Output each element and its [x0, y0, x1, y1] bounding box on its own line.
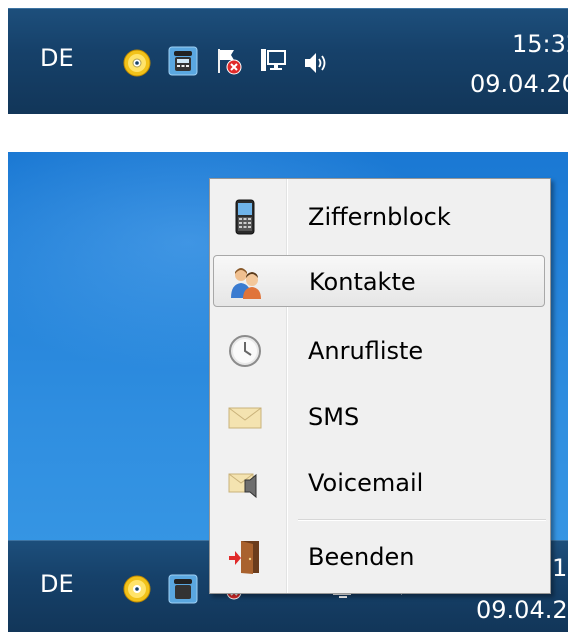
phone-icon[interactable] — [168, 574, 198, 604]
exit-door-icon — [229, 541, 259, 574]
volume-icon[interactable] — [302, 48, 332, 78]
menu-item-label: Kontakte — [309, 268, 416, 296]
language-indicator[interactable]: DE — [40, 44, 74, 72]
network-icon[interactable] — [258, 46, 288, 76]
menu-item-sms[interactable]: SMS — [213, 391, 545, 443]
menu-item-label: Beenden — [308, 543, 415, 571]
menu-item-anrufliste[interactable]: Anrufliste — [213, 325, 545, 377]
tray-context-menu: Ziffernblock Kontakte Anrufliste SMS Voi… — [209, 178, 551, 594]
taskbar-top: DE 15:32 09.04.20 — [8, 8, 568, 114]
phone-icon[interactable] — [168, 46, 198, 76]
clock-time[interactable]: 15:32 — [512, 30, 568, 58]
menu-item-label: SMS — [308, 403, 360, 431]
menu-item-label: Voicemail — [308, 469, 424, 497]
clock-date[interactable]: 09.04.20 — [470, 70, 568, 98]
contacts-icon — [231, 268, 261, 299]
clock-time-bottom[interactable]: 15 — [552, 554, 568, 582]
clock-date-bottom[interactable]: 09.04.2 — [476, 596, 568, 624]
voicemail-icon — [228, 473, 257, 499]
cd-icon[interactable] — [122, 48, 152, 78]
menu-item-kontakte[interactable]: Kontakte — [213, 255, 545, 307]
menu-item-voicemail[interactable]: Voicemail — [213, 457, 545, 509]
action-center-flag-icon[interactable] — [214, 46, 244, 76]
clock-icon — [229, 335, 261, 367]
menu-item-ziffernblock[interactable]: Ziffernblock — [213, 191, 545, 243]
mobile-phone-icon — [235, 199, 255, 235]
menu-item-beenden[interactable]: Beenden — [213, 531, 545, 583]
menu-item-label: Anrufliste — [308, 337, 424, 365]
menu-item-label: Ziffernblock — [308, 203, 451, 231]
menu-separator — [298, 519, 546, 521]
envelope-icon — [228, 407, 262, 429]
cd-icon[interactable] — [122, 574, 152, 604]
language-indicator-bottom[interactable]: DE — [40, 570, 74, 598]
